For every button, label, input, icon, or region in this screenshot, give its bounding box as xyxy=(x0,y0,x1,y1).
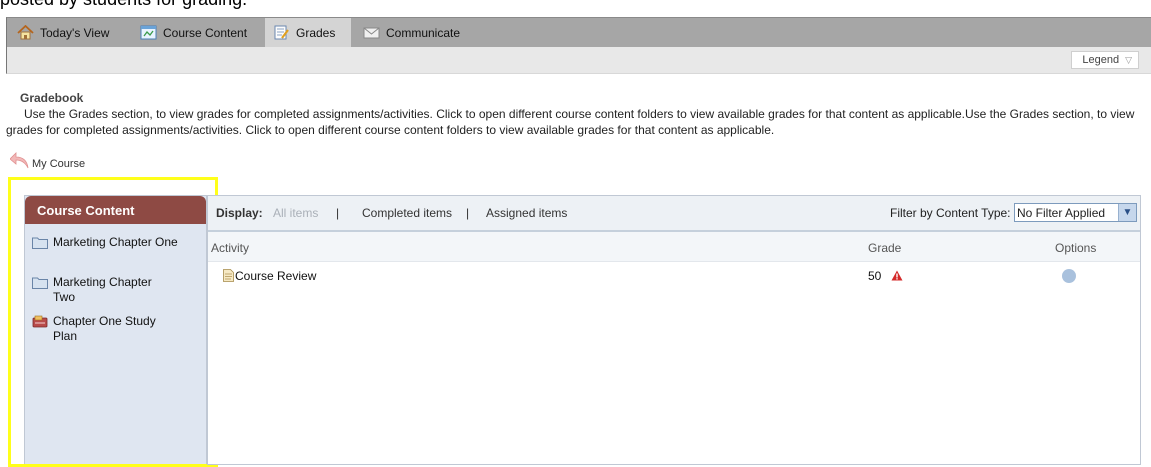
page-caption: posted by students for grading. xyxy=(0,0,247,9)
sub-toolbar: Legend ▽ xyxy=(6,47,1151,74)
highlight-annotation-box xyxy=(8,177,218,467)
filter-label: Filter by Content Type: xyxy=(890,206,1011,220)
options-icon[interactable] xyxy=(1062,269,1076,283)
breadcrumb-label: My Course xyxy=(32,158,86,170)
activity-link[interactable]: Course Review xyxy=(235,269,316,283)
chevron-down-icon[interactable]: ▼ xyxy=(1118,204,1136,221)
tab-grades[interactable]: Grades xyxy=(265,18,351,47)
page-title: Gradebook xyxy=(20,91,84,105)
content-type-filter-select[interactable]: No Filter Applied ▼ xyxy=(1014,203,1137,222)
legend-button[interactable]: Legend ▽ xyxy=(1071,51,1139,69)
table-row: Course Review 50 xyxy=(208,262,1140,290)
warning-icon xyxy=(891,270,903,281)
grade-value: 50 xyxy=(868,269,882,283)
page-description: Use the Grades section, to view grades f… xyxy=(6,107,1135,137)
course-content-icon xyxy=(140,25,157,40)
grades-icon xyxy=(273,25,290,40)
grades-panel: Display: All items | Completed items | A… xyxy=(207,195,1141,465)
grade-cell: 50 xyxy=(868,269,903,283)
tab-course-content[interactable]: Course Content xyxy=(140,18,247,47)
display-completed-items[interactable]: Completed items xyxy=(362,206,452,220)
display-filter-bar: Display: All items | Completed items | A… xyxy=(208,196,1140,232)
back-arrow-icon xyxy=(9,152,32,170)
tab-communicate[interactable]: Communicate xyxy=(363,18,460,47)
document-icon xyxy=(223,269,234,282)
breadcrumb[interactable]: My Course xyxy=(9,152,86,170)
legend-label: Legend xyxy=(1082,54,1120,66)
display-assigned-items[interactable]: Assigned items xyxy=(486,206,567,220)
tab-todays-view-label: Today's View xyxy=(40,25,110,40)
column-header-grade: Grade xyxy=(868,241,902,255)
tab-grades-label: Grades xyxy=(296,25,336,40)
filter-selected-value: No Filter Applied xyxy=(1017,205,1106,220)
display-separator: | xyxy=(336,206,340,220)
display-all-items[interactable]: All items xyxy=(273,206,318,220)
column-header-activity: Activity xyxy=(211,241,250,255)
home-icon xyxy=(17,24,34,40)
envelope-icon xyxy=(363,25,380,40)
display-separator: | xyxy=(466,206,470,220)
tab-communicate-label: Communicate xyxy=(386,25,461,40)
column-header-options: Options xyxy=(1055,241,1097,255)
chevron-down-icon: ▽ xyxy=(1125,54,1132,65)
display-label: Display: xyxy=(216,206,263,220)
tab-course-content-label: Course Content xyxy=(163,25,248,40)
tab-todays-view[interactable]: Today's View xyxy=(17,18,109,47)
table-header: Activity Grade Options xyxy=(208,232,1140,262)
top-nav-bar: Today's View Course Content Grades Commu… xyxy=(6,17,1151,47)
